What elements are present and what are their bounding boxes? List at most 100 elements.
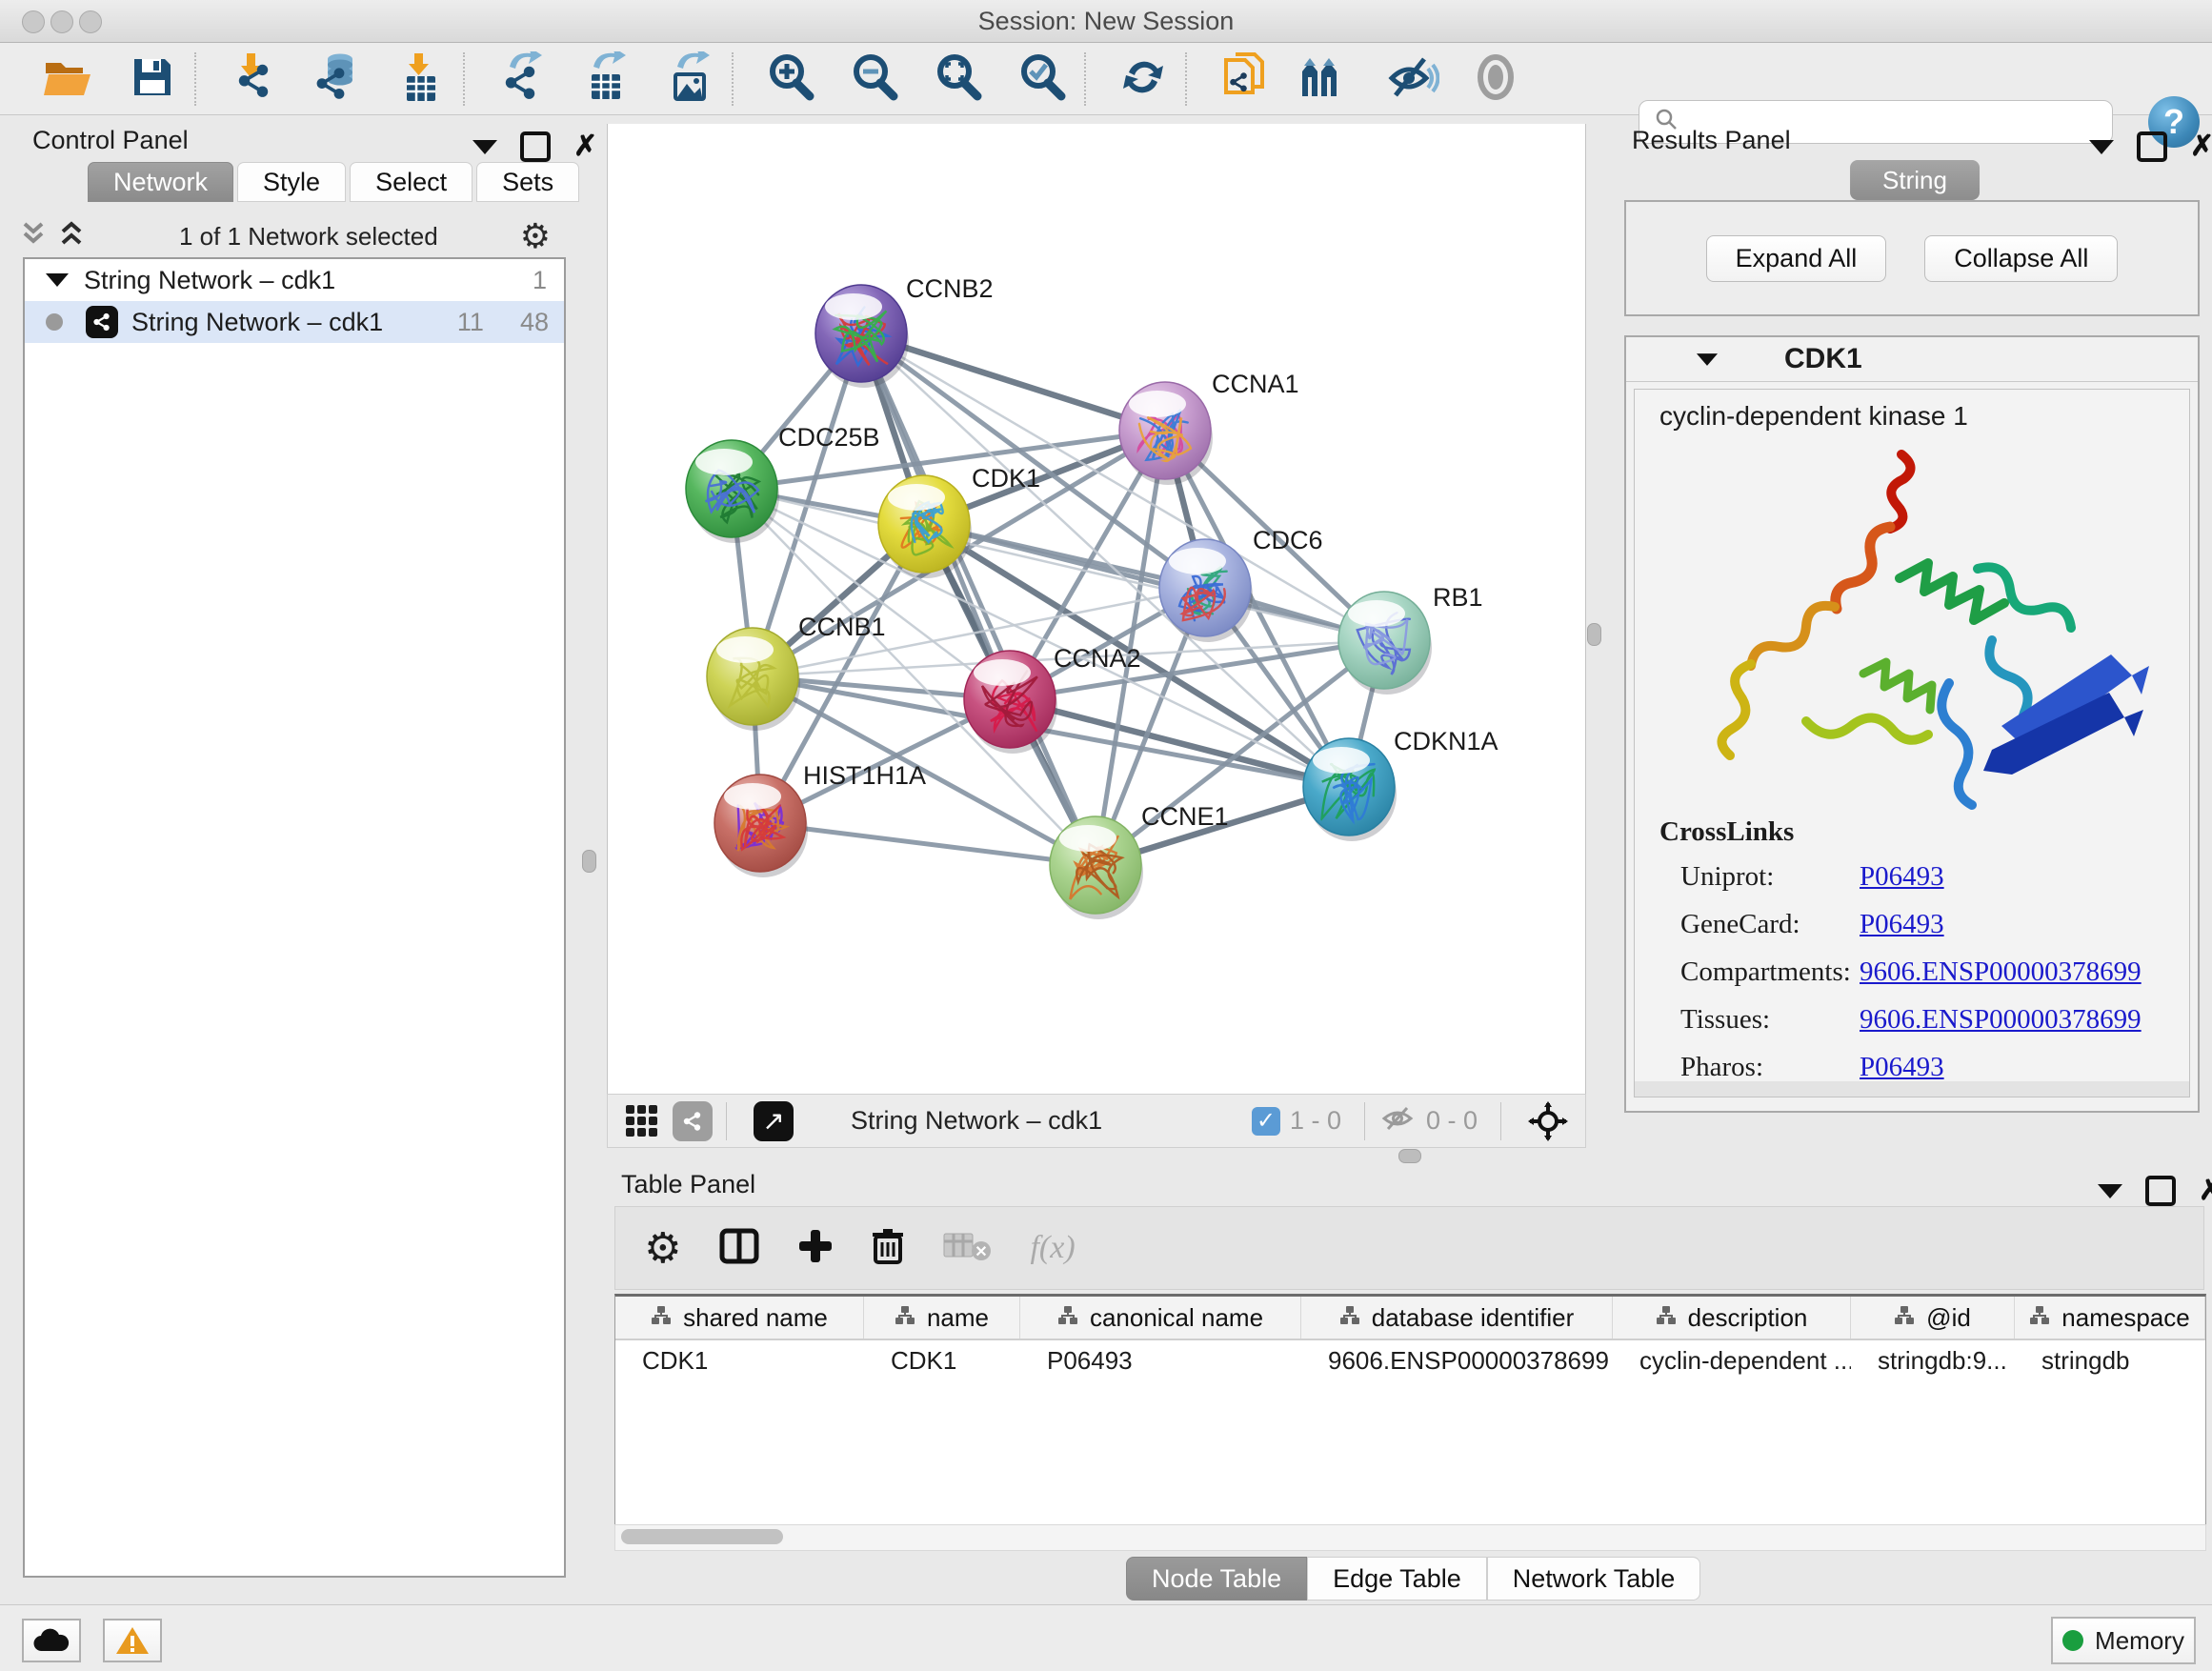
column-header-description[interactable]: description [1613, 1297, 1851, 1339]
table-cell[interactable]: stringdb [2015, 1340, 2205, 1380]
crosslink-link[interactable]: P06493 [1860, 861, 1944, 893]
float-panel-icon[interactable] [2145, 1176, 2176, 1206]
column-header-name[interactable]: name [864, 1297, 1020, 1339]
import-table-button[interactable] [391, 50, 452, 108]
left-splitter-handle[interactable] [582, 850, 596, 873]
node-CDKN1A[interactable]: CDKN1A [1303, 727, 1498, 841]
collection-caret-icon[interactable] [46, 273, 69, 287]
network-row[interactable]: String Network – cdk1 11 48 [25, 301, 564, 343]
tab-network-table[interactable]: Network Table [1487, 1557, 1701, 1601]
memory-button[interactable]: Memory [2051, 1617, 2196, 1664]
column-type-icon [1894, 1303, 1915, 1333]
tab-string[interactable]: String [1850, 160, 1980, 200]
table-cell[interactable]: P06493 [1020, 1340, 1301, 1380]
node-CCNB1[interactable]: CCNB1 [707, 613, 886, 731]
zoom-out-button[interactable] [844, 50, 905, 108]
node-RB1[interactable]: RB1 [1338, 583, 1483, 695]
network-collection-row[interactable]: String Network – cdk1 1 [25, 259, 564, 301]
bottom-splitter-handle[interactable] [1398, 1149, 1421, 1163]
gene-section-header[interactable]: CDK1 [1626, 337, 2198, 382]
column-header-database-identifier[interactable]: database identifier [1301, 1297, 1613, 1339]
gene-caret-icon[interactable] [1697, 353, 1718, 366]
hide-selected-button[interactable] [1381, 50, 1442, 108]
zoom-in-icon [766, 52, 815, 107]
tab-style[interactable]: Style [237, 162, 346, 202]
column-label: @id [1926, 1303, 1971, 1333]
node-HIST1H1A[interactable]: HIST1H1A [714, 761, 926, 877]
export-table-button[interactable] [575, 50, 636, 108]
collapse-panel-icon[interactable] [2098, 1184, 2122, 1198]
export-image-button[interactable] [659, 50, 720, 108]
refresh-button[interactable] [1113, 50, 1174, 108]
tab-edge-table[interactable]: Edge Table [1307, 1557, 1487, 1601]
network-options-gear-icon[interactable]: ⚙ [520, 217, 551, 256]
birds-eye-view-icon[interactable] [1528, 1101, 1568, 1141]
close-panel-icon[interactable]: ✗ [2199, 1179, 2212, 1202]
export-table-icon [580, 51, 632, 108]
copy-document-icon [1220, 50, 1268, 109]
node-table[interactable]: shared namenamecanonical namedatabase id… [614, 1294, 2206, 1528]
zoom-fit-button[interactable] [928, 50, 989, 108]
first-neighbors-button[interactable] [1297, 50, 1358, 108]
collapse-all-networks-icon[interactable] [21, 220, 46, 253]
delete-column-icon[interactable] [872, 1227, 904, 1270]
copy-document-button[interactable] [1214, 50, 1275, 108]
table-row[interactable]: CDK1CDK1P064939606.ENSP00000378699cyclin… [615, 1340, 2205, 1380]
warnings-button[interactable] [103, 1619, 162, 1662]
collapse-all-button[interactable]: Collapse All [1924, 235, 2118, 282]
collapse-panel-icon[interactable] [2089, 140, 2114, 154]
results-scrollbar[interactable] [1635, 1081, 2189, 1097]
string-view-icon[interactable] [673, 1101, 713, 1141]
edge-CCNA2-CDKN1A[interactable] [1010, 699, 1349, 787]
show-all-button[interactable] [1465, 50, 1526, 108]
crosslink-link[interactable]: P06493 [1860, 1052, 1944, 1083]
crosslink-link[interactable]: 9606.ENSP00000378699 [1860, 1004, 2142, 1036]
import-network-button[interactable] [223, 50, 284, 108]
column-header--id[interactable]: @id [1851, 1297, 2015, 1339]
open-session-button[interactable] [38, 50, 99, 108]
expand-all-networks-icon[interactable] [59, 220, 84, 253]
network-selection-status: 1 of 1 Network selected [97, 222, 520, 252]
expand-all-button[interactable]: Expand All [1706, 235, 1887, 282]
warning-icon [115, 1625, 150, 1656]
column-header-shared-name[interactable]: shared name [615, 1297, 864, 1339]
export-network-button[interactable] [492, 50, 553, 108]
tab-sets[interactable]: Sets [476, 162, 579, 202]
collapse-panel-icon[interactable] [473, 140, 497, 154]
table-horizontal-scrollbar[interactable] [614, 1524, 2206, 1551]
node-CCNB2[interactable]: CCNB2 [815, 274, 994, 388]
show-columns-icon[interactable] [719, 1228, 759, 1269]
zoom-in-button[interactable] [760, 50, 821, 108]
right-splitter-handle[interactable] [1587, 623, 1601, 646]
float-panel-icon[interactable] [520, 131, 551, 162]
tab-node-table[interactable]: Node Table [1126, 1557, 1307, 1601]
table-options-gear-icon[interactable]: ⚙ [644, 1224, 681, 1273]
node-CDC6[interactable]: CDC6 [1159, 526, 1323, 642]
save-session-button[interactable] [122, 50, 183, 108]
float-panel-icon[interactable] [2137, 131, 2167, 162]
open-in-new-window-icon[interactable]: ↗ [754, 1101, 794, 1141]
grid-view-icon[interactable] [625, 1104, 659, 1138]
network-canvas[interactable]: CCNB2CCNA1CDC25BCDK1CDC6RB1CCNB1CCNA2CDK… [607, 124, 1586, 1094]
add-column-icon[interactable] [797, 1228, 834, 1269]
table-cell[interactable]: CDK1 [864, 1340, 1020, 1380]
table-cell[interactable]: CDK1 [615, 1340, 864, 1380]
crosslink-link[interactable]: 9606.ENSP00000378699 [1860, 956, 2142, 988]
tab-select[interactable]: Select [350, 162, 473, 202]
column-header-namespace[interactable]: namespace [2015, 1297, 2205, 1339]
table-cell[interactable]: cyclin-dependent ... [1613, 1340, 1851, 1380]
node-CCNA1[interactable]: CCNA1 [1119, 370, 1299, 485]
scrollbar-thumb[interactable] [621, 1529, 783, 1544]
cloud-status-button[interactable] [22, 1619, 81, 1662]
selected-items-checkbox-icon[interactable]: ✓ [1252, 1107, 1280, 1136]
zoom-selected-button[interactable] [1012, 50, 1073, 108]
crosslink-link[interactable]: P06493 [1860, 909, 1944, 940]
import-database-button[interactable] [307, 50, 368, 108]
tab-network[interactable]: Network [88, 162, 233, 202]
close-panel-icon[interactable]: ✗ [2190, 135, 2212, 158]
table-cell[interactable]: 9606.ENSP00000378699 [1301, 1340, 1613, 1380]
column-header-canonical-name[interactable]: canonical name [1020, 1297, 1301, 1339]
close-panel-icon[interactable]: ✗ [573, 135, 597, 158]
edge-HIST1H1A-CCNE1[interactable] [760, 823, 1096, 865]
table-cell[interactable]: stringdb:9... [1851, 1340, 2015, 1380]
